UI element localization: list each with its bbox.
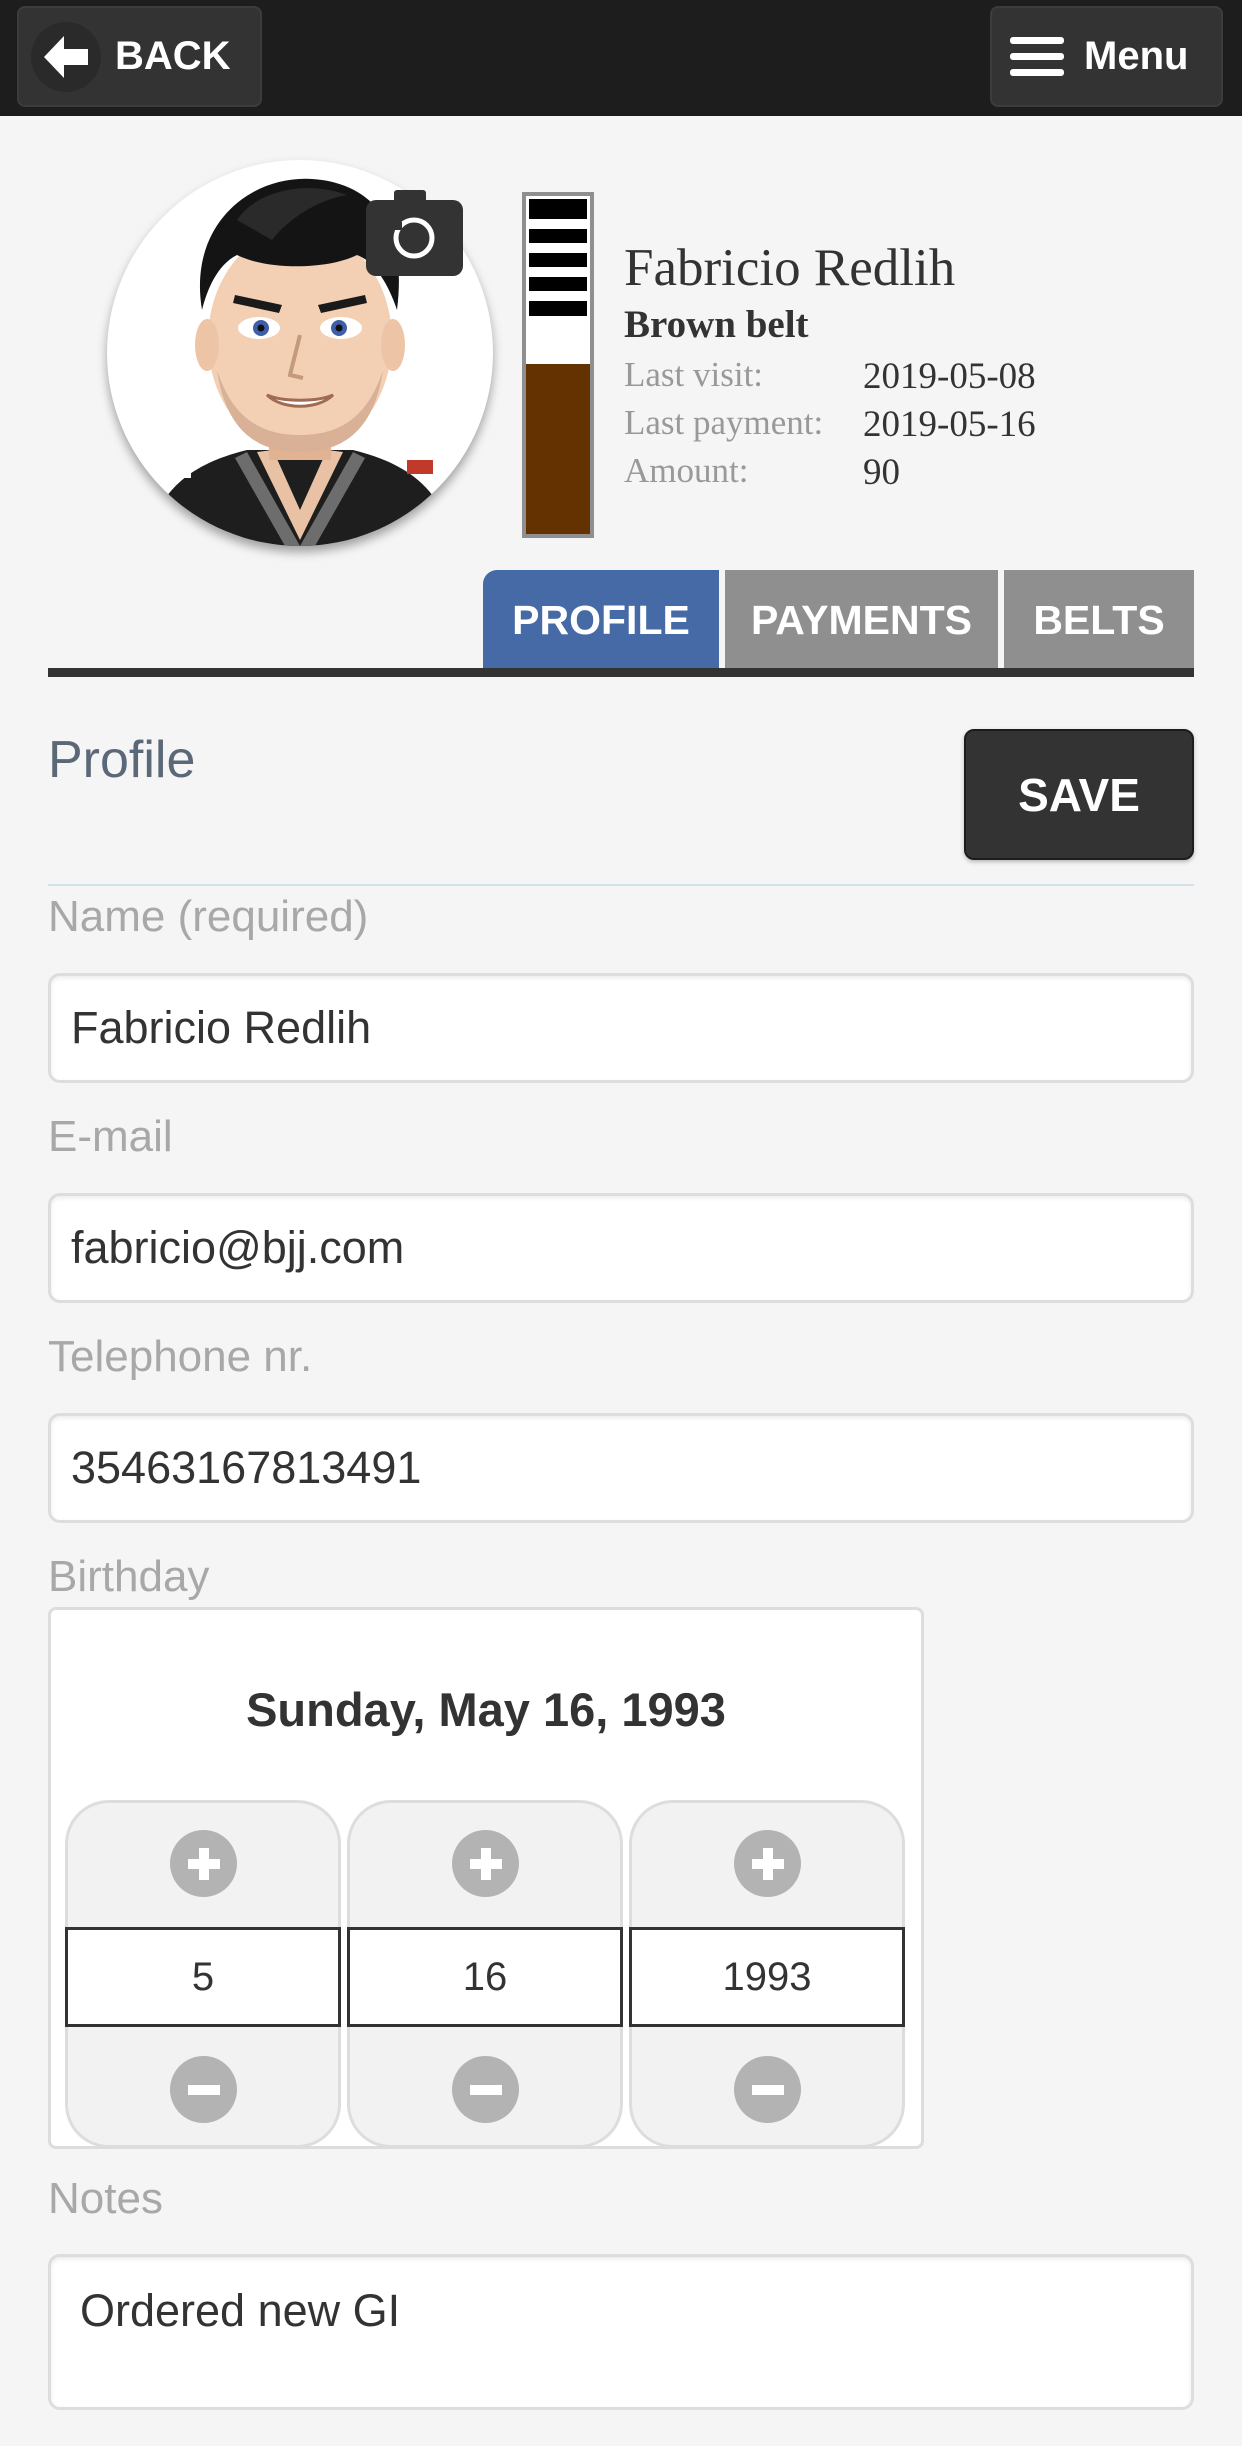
day-stepper: 16 [347, 1800, 623, 2148]
arrow-left-icon [31, 21, 101, 92]
notes-label: Notes [48, 2174, 163, 2223]
email-field[interactable]: fabricio@bjj.com [48, 1193, 1194, 1303]
belt-color-segment [526, 364, 590, 534]
birthday-label: Birthday [48, 1552, 210, 1601]
menu-button-label: Menu [1084, 34, 1189, 78]
member-name: Fabricio Redlih [624, 239, 956, 297]
minus-icon[interactable] [734, 2056, 801, 2123]
tab-belts[interactable]: BELTS [1004, 570, 1194, 670]
phone-field[interactable]: 35463167813491 [48, 1413, 1194, 1523]
amount-value: 90 [863, 452, 900, 493]
last-payment-value: 2019-05-16 [863, 404, 1036, 445]
tab-profile[interactable]: PROFILE [483, 570, 719, 670]
year-stepper: 1993 [629, 1800, 905, 2148]
phone-label: Telephone nr. [48, 1332, 313, 1381]
tab-payments[interactable]: PAYMENTS [725, 570, 998, 670]
belt-indicator [522, 192, 594, 538]
save-button[interactable]: SAVE [964, 729, 1194, 860]
plus-icon[interactable] [734, 1830, 801, 1897]
amount-label: Amount: [624, 451, 749, 490]
hamburger-icon [1010, 36, 1064, 77]
belt-stripe [529, 219, 587, 229]
name-field[interactable]: Fabricio Redlih [48, 973, 1194, 1083]
back-button[interactable]: BACK [17, 6, 262, 107]
minus-icon[interactable] [170, 2056, 237, 2123]
last-visit-value: 2019-05-08 [863, 356, 1036, 397]
month-stepper: 5 [65, 1800, 341, 2148]
plus-icon[interactable] [170, 1830, 237, 1897]
last-payment-label: Last payment: [624, 403, 824, 442]
last-visit-label: Last visit: [624, 355, 764, 394]
top-bar: BACK Menu [0, 0, 1242, 116]
minus-icon[interactable] [452, 2056, 519, 2123]
camera-icon[interactable] [366, 190, 463, 276]
belt-stripe [529, 291, 587, 301]
section-title: Profile [48, 731, 196, 789]
name-label: Name (required) [48, 892, 369, 941]
day-input[interactable]: 16 [347, 1927, 623, 2027]
year-input[interactable]: 1993 [629, 1927, 905, 2027]
month-input[interactable]: 5 [65, 1927, 341, 2027]
menu-button[interactable]: Menu [990, 6, 1223, 107]
email-label: E-mail [48, 1112, 173, 1161]
birthday-display: Sunday, May 16, 1993 [246, 1683, 726, 1736]
back-button-label: BACK [115, 34, 231, 78]
plus-icon[interactable] [452, 1830, 519, 1897]
notes-field[interactable]: Ordered new GI [48, 2254, 1194, 2410]
section-divider [48, 884, 1194, 886]
member-belt: Brown belt [624, 303, 809, 346]
belt-stripe [529, 267, 587, 277]
tab-underline [48, 668, 1194, 677]
birthday-picker: Sunday, May 16, 1993 5 16 1993 [48, 1607, 924, 2149]
belt-stripe [529, 243, 587, 253]
